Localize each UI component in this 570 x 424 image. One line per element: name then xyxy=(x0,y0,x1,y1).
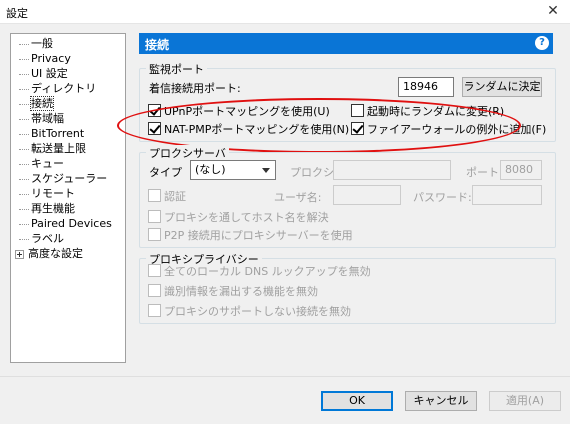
checkbox-icon xyxy=(148,264,161,277)
ok-button[interactable]: OK xyxy=(321,391,393,411)
username-input[interactable] xyxy=(333,185,401,205)
checkbox-icon xyxy=(351,122,364,135)
resolve-hostnames-checkbox[interactable]: プロキシを通してホスト名を解決 xyxy=(148,210,329,224)
apply-button[interactable]: 適用(A) xyxy=(489,391,561,411)
checkbox-icon xyxy=(148,189,161,202)
username-label: ユーザ名: xyxy=(274,191,322,204)
password-label: パスワード: xyxy=(413,191,472,204)
tree-item-connection[interactable]: 接続 xyxy=(11,96,54,111)
section-header: 接続 ? xyxy=(139,33,553,54)
disable-dns-lookup-checkbox[interactable]: 全てのローカル DNS ルックアップを無効 xyxy=(148,264,371,278)
random-on-start-checkbox[interactable]: 起動時にランダムに変更(R) xyxy=(351,104,504,118)
tree-item-directories[interactable]: ディレクトリ xyxy=(11,81,96,96)
firewall-exception-checkbox[interactable]: ファイアーウォールの例外に追加(F) xyxy=(351,122,546,136)
password-input[interactable] xyxy=(472,185,542,205)
tree-item-paired-devices[interactable]: Paired Devices xyxy=(11,216,112,231)
checkbox-icon xyxy=(148,284,161,297)
checkbox-icon xyxy=(148,122,161,135)
disable-unsupported-connections-checkbox[interactable]: プロキシのサポートしない接続を無効 xyxy=(148,304,351,318)
tree-item-bittorrent[interactable]: BitTorrent xyxy=(11,126,84,141)
p2p-proxy-checkbox[interactable]: P2P 接続用にプロキシサーバーを使用 xyxy=(148,228,353,242)
checkbox-icon xyxy=(148,210,161,223)
chevron-down-icon xyxy=(262,168,270,173)
tree-item-privacy[interactable]: Privacy xyxy=(11,51,71,66)
checkbox-icon xyxy=(351,104,364,117)
tree-item-remote[interactable]: リモート xyxy=(11,186,75,201)
help-icon[interactable]: ? xyxy=(535,36,549,50)
close-icon[interactable]: ✕ xyxy=(536,0,570,24)
incoming-port-label: 着信接続用ポート: xyxy=(149,82,241,95)
tree-item-ui-settings[interactable]: UI 設定 xyxy=(11,66,68,81)
listening-port-group-label: 監視ポート xyxy=(146,61,207,77)
upnp-checkbox[interactable]: UPnPポートマッピングを使用(U) xyxy=(148,104,330,118)
nat-pmp-checkbox[interactable]: NAT-PMPポートマッピングを使用(N) xyxy=(148,122,349,136)
window-title: 設定 xyxy=(6,7,28,20)
tree-item-scheduler[interactable]: スケジューラー xyxy=(11,171,107,186)
disable-identifying-features-checkbox[interactable]: 識別情報を漏出する機能を無効 xyxy=(148,284,318,298)
proxy-port-input[interactable]: 8080 xyxy=(500,160,542,180)
checkbox-icon xyxy=(148,304,161,317)
proxy-host-label: プロクシ xyxy=(290,166,334,179)
incoming-port-input[interactable]: 18946 xyxy=(398,77,454,97)
tree-item-queue[interactable]: キュー xyxy=(11,156,64,171)
random-port-button[interactable]: ランダムに決定 xyxy=(462,77,542,97)
tree-item-bandwidth[interactable]: 帯域幅 xyxy=(11,111,64,126)
settings-tree[interactable]: 一般 Privacy UI 設定 ディレクトリ 接続 帯域幅 BitTorren… xyxy=(10,33,126,363)
tree-item-advanced[interactable]: 高度な設定 xyxy=(11,246,83,261)
cancel-button[interactable]: キャンセル xyxy=(405,391,477,411)
proxy-host-input[interactable] xyxy=(333,160,451,180)
checkbox-icon xyxy=(148,104,161,117)
proxy-type-label: タイプ xyxy=(149,166,182,179)
checkbox-icon xyxy=(148,228,161,241)
proxy-type-select[interactable]: (なし) xyxy=(190,160,276,180)
auth-checkbox[interactable]: 認証 xyxy=(148,189,186,203)
tree-item-general[interactable]: 一般 xyxy=(11,36,53,51)
proxy-server-group-label: プロクシサーバ xyxy=(146,145,229,161)
proxy-port-label: ポート xyxy=(466,166,499,179)
section-title: 接続 xyxy=(145,38,170,52)
tree-item-playback[interactable]: 再生機能 xyxy=(11,201,75,216)
expand-icon[interactable] xyxy=(15,249,24,259)
tree-item-transfer-cap[interactable]: 転送量上限 xyxy=(11,141,86,156)
title-bar: 設定 ✕ xyxy=(0,0,570,24)
dialog-button-bar xyxy=(0,376,570,424)
tree-item-labels[interactable]: ラベル xyxy=(11,231,64,246)
